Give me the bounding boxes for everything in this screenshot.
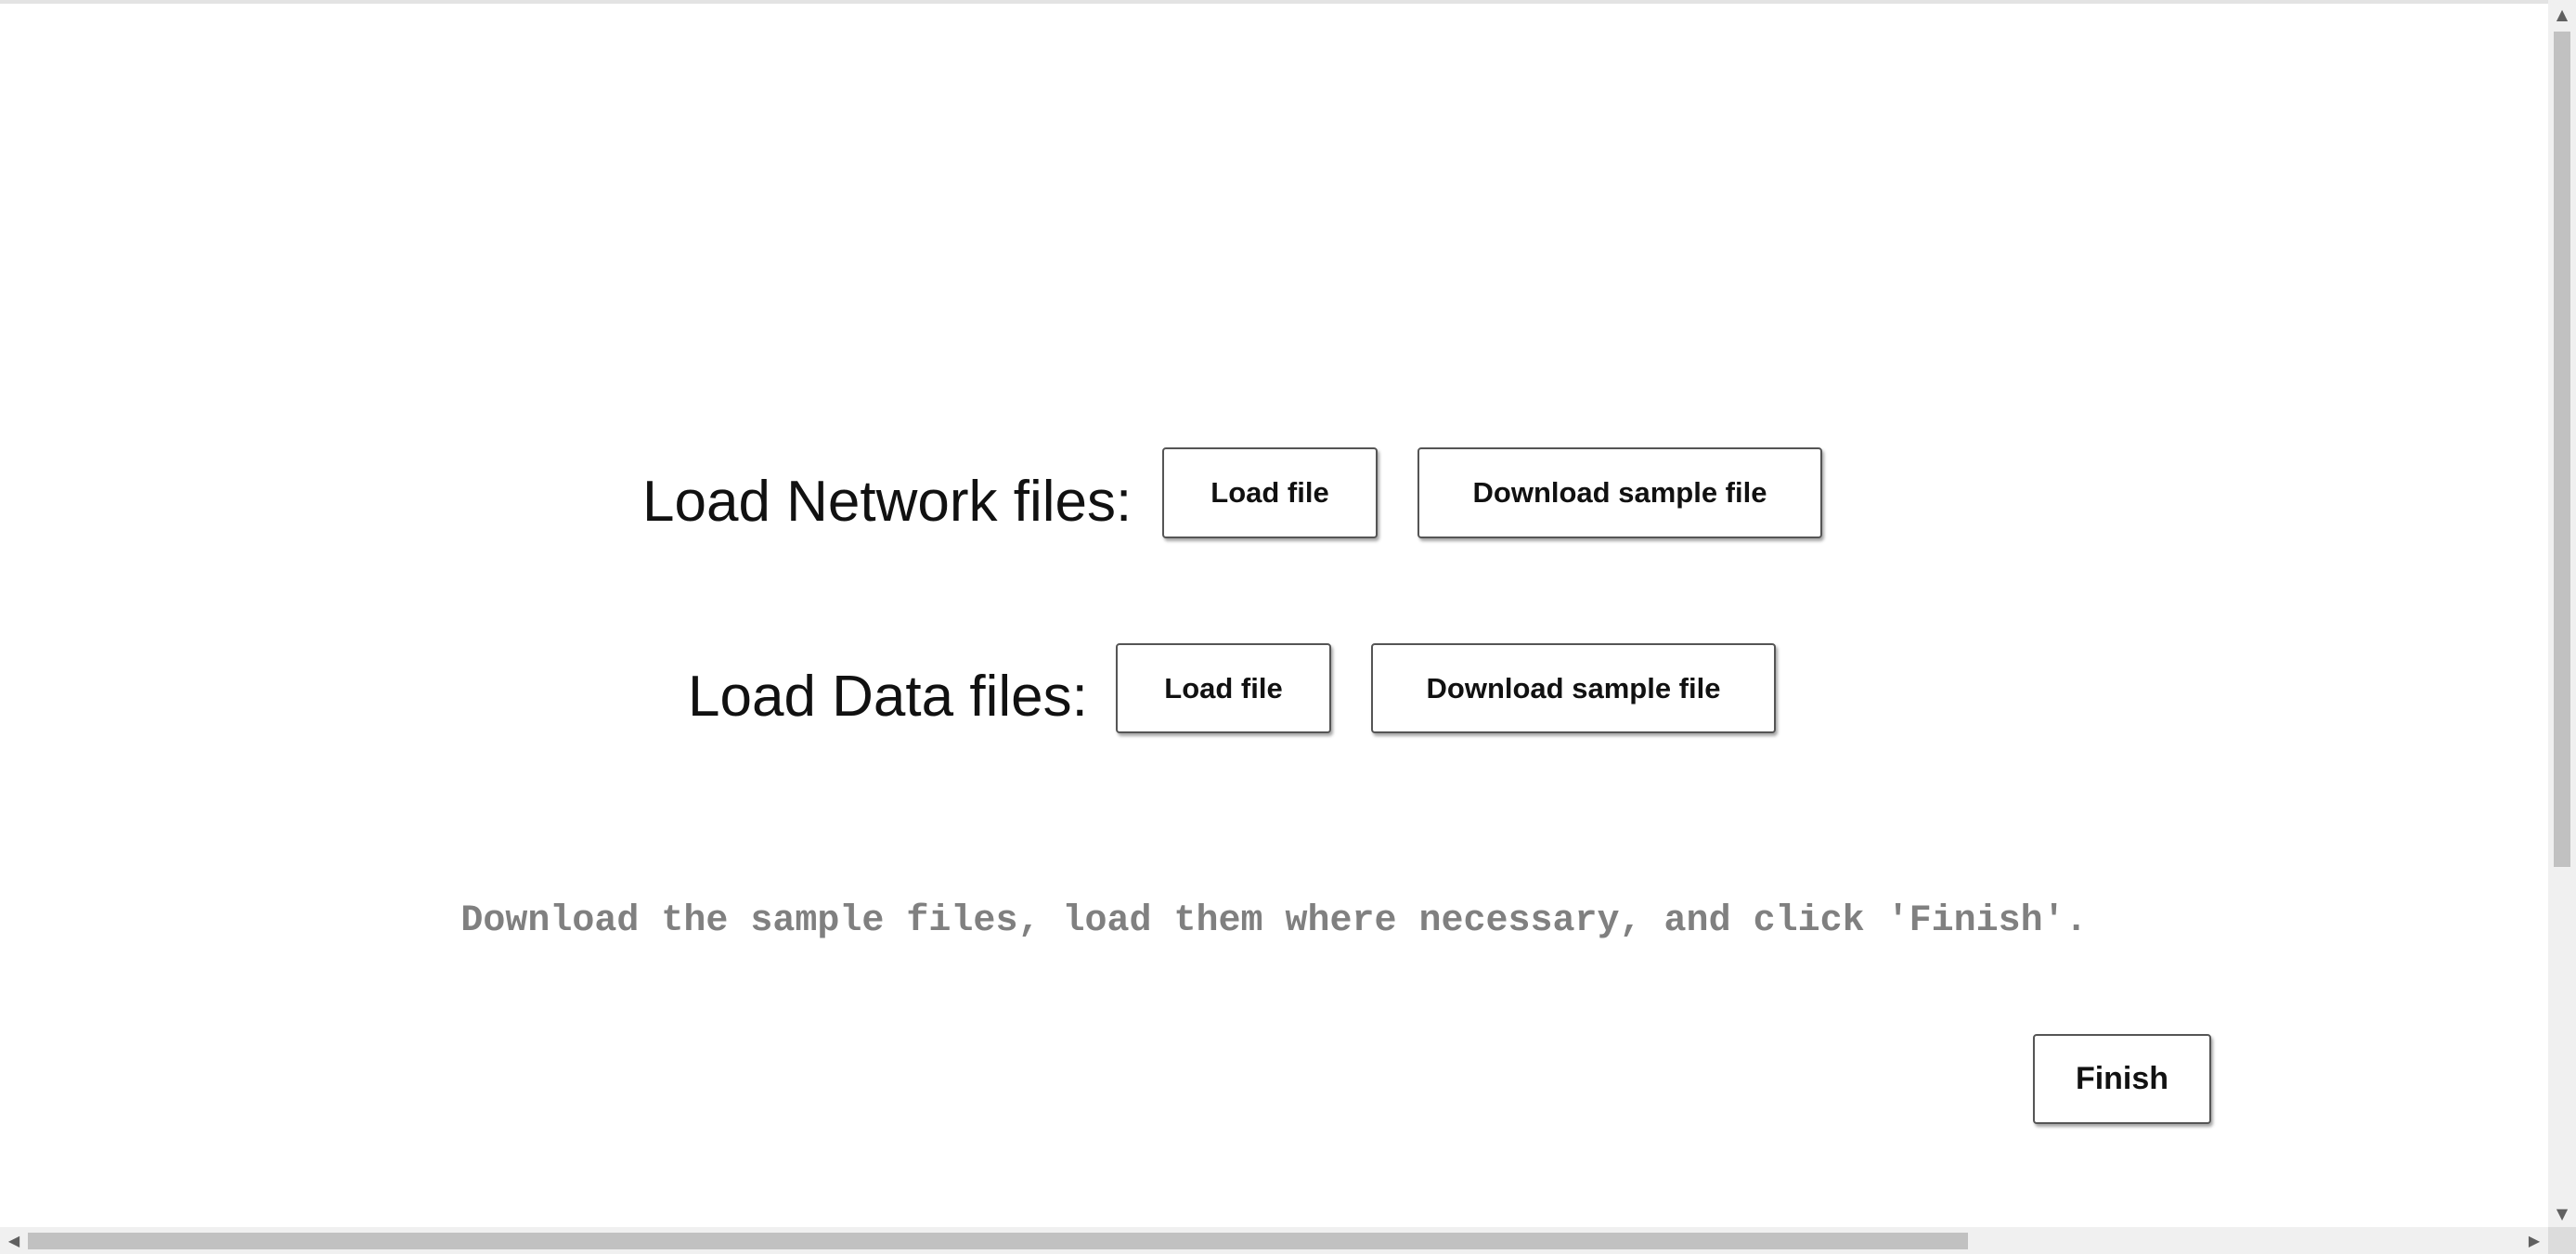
scroll-up-arrow-icon[interactable]: ▲ xyxy=(2548,0,2576,28)
finish-button[interactable]: Finish xyxy=(2033,1034,2211,1124)
scrollbar-corner xyxy=(2548,1227,2576,1254)
network-files-label: Load Network files: xyxy=(642,470,1133,534)
network-download-sample-button[interactable]: Download sample file xyxy=(1417,447,1822,538)
data-load-file-button[interactable]: Load file xyxy=(1116,643,1331,733)
scroll-down-arrow-icon[interactable]: ▼ xyxy=(2548,1199,2576,1227)
data-download-sample-button[interactable]: Download sample file xyxy=(1371,643,1776,733)
top-border xyxy=(0,0,2548,4)
horizontal-scrollbar-thumb[interactable] xyxy=(28,1233,1968,1249)
vertical-scrollbar[interactable]: ▲ ▼ xyxy=(2548,0,2576,1227)
vertical-scrollbar-thumb[interactable] xyxy=(2554,32,2570,867)
scroll-left-arrow-icon[interactable]: ◀ xyxy=(0,1227,28,1254)
page-viewport: Load Network files: Load file Download s… xyxy=(0,0,2576,1254)
horizontal-scrollbar[interactable]: ◀ ▶ xyxy=(0,1227,2548,1254)
network-load-file-button[interactable]: Load file xyxy=(1162,447,1378,538)
instruction-text: Download the sample files, load them whe… xyxy=(460,900,2088,942)
data-files-label: Load Data files: xyxy=(688,665,1088,729)
scroll-right-arrow-icon[interactable]: ▶ xyxy=(2520,1227,2548,1254)
